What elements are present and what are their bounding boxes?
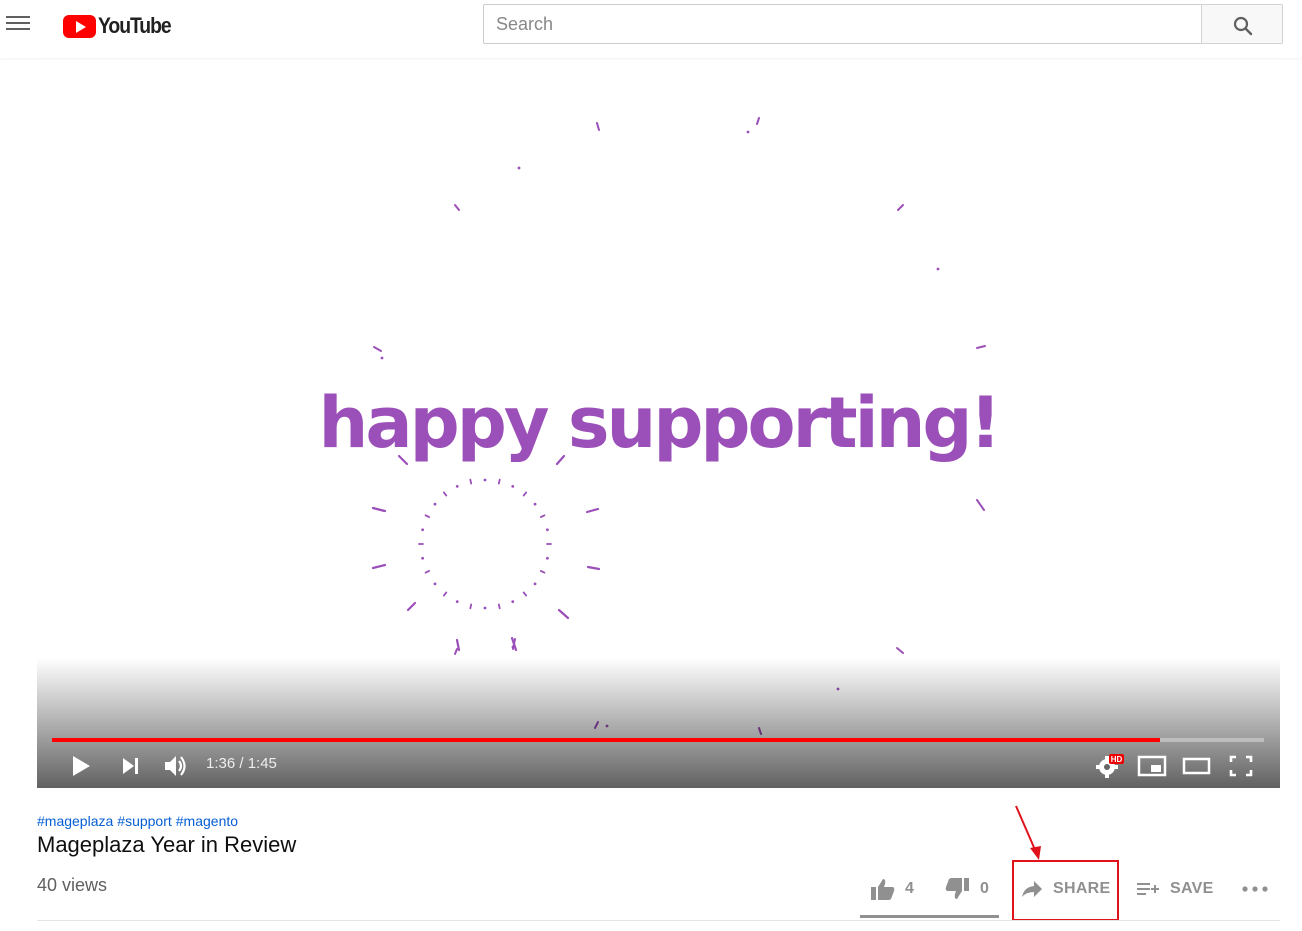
firework-streak <box>897 204 904 211</box>
firework-streak <box>976 345 986 349</box>
playlist-add-icon <box>1137 883 1159 895</box>
like-count: 4 <box>905 880 915 897</box>
like-button[interactable]: 4 <box>870 870 914 908</box>
video-title: Mageplaza Year in Review <box>37 832 297 857</box>
youtube-logo[interactable]: YouTube <box>63 13 180 39</box>
firework-dot <box>517 166 521 170</box>
firework-streak <box>454 204 460 211</box>
firework-streak <box>469 603 473 610</box>
dislike-count: 0 <box>980 880 990 897</box>
firework-dot <box>433 502 437 506</box>
firework-dot <box>533 582 537 586</box>
thumbs-up-icon <box>871 879 895 900</box>
more-actions-button[interactable] <box>1241 870 1269 908</box>
settings-icon[interactable]: HD <box>1095 753 1125 779</box>
save-label: SAVE <box>1170 880 1214 897</box>
fullscreen-icon[interactable] <box>1228 754 1254 778</box>
firework-streak <box>442 491 448 497</box>
view-count: 40 views <box>37 875 108 895</box>
firework-dot <box>936 267 940 271</box>
firework-dot <box>533 502 537 506</box>
firework-streak <box>373 346 382 352</box>
firework-dot <box>511 484 515 488</box>
firework-streak <box>424 514 431 518</box>
firework-streak <box>442 591 448 597</box>
firework-streak <box>585 507 600 514</box>
firework-streak <box>522 591 528 597</box>
firework-streak <box>586 565 601 571</box>
firework-streak <box>539 514 546 518</box>
firework-dot <box>545 528 549 532</box>
firework-streak <box>539 570 546 574</box>
firework-streak <box>497 478 501 485</box>
time-display: 1:36 / 1:45 <box>206 755 277 772</box>
hashtag-support[interactable]: #support <box>117 813 171 829</box>
video-overlay-text: happy supporting! <box>318 382 1002 464</box>
firework-dot <box>511 600 515 604</box>
search-input[interactable] <box>483 4 1202 44</box>
share-highlight-box <box>1012 860 1119 921</box>
firework-dot <box>455 484 459 488</box>
next-icon[interactable] <box>121 757 141 775</box>
search-button[interactable] <box>1201 4 1283 44</box>
miniplayer-icon[interactable] <box>1137 754 1167 778</box>
firework-streak <box>454 648 458 655</box>
play-icon[interactable] <box>70 755 92 777</box>
hd-badge: HD <box>1111 755 1123 764</box>
hashtag-magento[interactable]: #magento <box>176 813 238 829</box>
search-icon <box>1233 16 1253 36</box>
info-divider <box>37 920 1280 921</box>
firework-dot <box>545 556 549 560</box>
firework-streak <box>406 601 417 612</box>
firework-streak <box>596 122 600 131</box>
hashtag-mageplaza[interactable]: #mageplaza <box>37 813 113 829</box>
progress-bar[interactable] <box>52 738 1264 742</box>
firework-streak <box>756 117 760 125</box>
firework-streak <box>371 506 387 513</box>
firework-dot <box>433 582 437 586</box>
firework-streak <box>976 499 985 511</box>
volume-icon[interactable] <box>163 754 189 778</box>
firework-streak <box>424 570 431 574</box>
sentiment-bar <box>860 915 999 918</box>
dislike-button[interactable]: 0 <box>944 870 989 908</box>
thumbs-down-icon <box>945 878 969 899</box>
firework-streak <box>557 608 570 620</box>
theater-icon[interactable] <box>1182 754 1212 778</box>
logo-text: YouTube <box>98 13 172 38</box>
firework-dot <box>421 556 425 560</box>
firework-dot <box>746 130 750 134</box>
annotation-arrow <box>1015 805 1041 860</box>
firework-streak <box>497 603 501 610</box>
save-button[interactable]: SAVE <box>1136 870 1214 908</box>
progress-played <box>52 738 1161 742</box>
firework-dot <box>455 600 459 604</box>
masthead: YouTube <box>0 0 1302 58</box>
more-icon <box>1242 886 1268 892</box>
video-player[interactable]: happy supporting! 1:36 / 1:45 HD <box>37 60 1280 788</box>
firework-dot <box>380 356 384 360</box>
menu-icon[interactable] <box>6 12 32 36</box>
youtube-play-icon <box>63 14 96 38</box>
firework-dot <box>483 478 487 482</box>
firework-dot <box>483 606 487 610</box>
firework-streak <box>469 478 473 485</box>
firework-streak <box>896 647 904 654</box>
hashtag-list: #mageplaza #support #magento <box>37 813 242 829</box>
firework-streak <box>522 491 528 497</box>
firework-streak <box>371 563 387 570</box>
firework-dot <box>421 528 425 532</box>
